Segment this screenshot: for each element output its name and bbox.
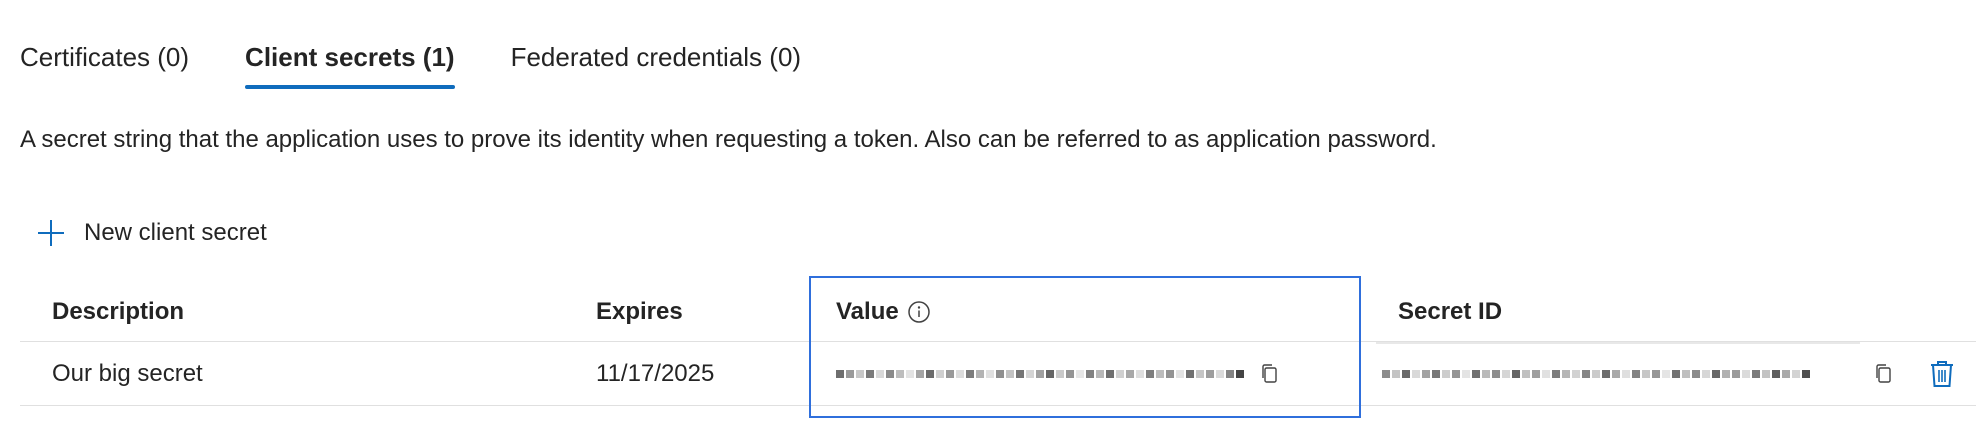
secrets-table-header: Description Expires Value Secret ID [0, 282, 1976, 342]
header-secret-id[interactable]: Secret ID [1398, 282, 1502, 342]
row-delete [1928, 342, 1956, 406]
new-client-secret-button[interactable]: New client secret [36, 218, 267, 248]
header-expires-label: Expires [596, 298, 683, 325]
header-secret-id-label: Secret ID [1398, 298, 1503, 325]
tab-federated-credentials[interactable]: Federated credentials (0) [511, 42, 801, 89]
table-divider [20, 405, 1976, 406]
tab-client-secrets[interactable]: Client secrets (1) [245, 42, 455, 89]
row-expires: 11/17/2025 [596, 360, 715, 387]
new-client-secret-label: New client secret [84, 219, 267, 246]
header-value-label: Value [836, 298, 899, 325]
copy-icon[interactable] [1872, 362, 1896, 386]
credentials-tabs: Certificates (0) Client secrets (1) Fede… [20, 42, 801, 89]
plus-icon [38, 220, 64, 246]
table-row: Our big secret 11/17/2025 [0, 342, 1976, 406]
masked-secret-id [1382, 362, 1810, 386]
trash-icon[interactable] [1928, 359, 1956, 389]
row-description: Our big secret [52, 360, 203, 387]
header-expires[interactable]: Expires [596, 282, 683, 342]
header-description[interactable]: Description [52, 282, 184, 342]
client-secrets-description: A secret string that the application use… [20, 126, 1437, 153]
tab-certificates[interactable]: Certificates (0) [20, 42, 189, 89]
masked-secret-value [836, 362, 1244, 386]
row-secret-id [1382, 342, 1810, 406]
copy-icon[interactable] [1258, 362, 1282, 386]
header-description-label: Description [52, 298, 185, 325]
info-icon[interactable] [907, 300, 931, 324]
header-value[interactable]: Value [836, 282, 931, 342]
row-value [836, 342, 1282, 406]
client-secrets-page: Certificates (0) Client secrets (1) Fede… [0, 0, 1976, 446]
row-secret-id-copy [1872, 342, 1896, 406]
